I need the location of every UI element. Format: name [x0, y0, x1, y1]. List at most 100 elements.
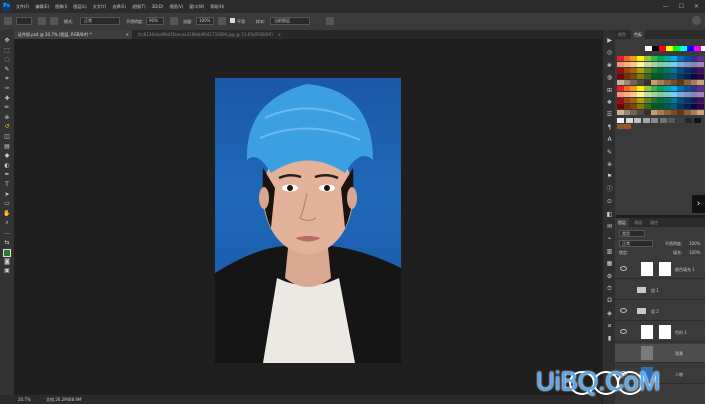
menu-item-2[interactable]: 图像(I) [55, 4, 67, 9]
layer-row[interactable]: 组 2 [615, 302, 705, 321]
clone-source-icon[interactable] [38, 17, 46, 25]
opacity-field[interactable]: 90% [146, 17, 164, 25]
color-panel-icon[interactable]: ◎ [606, 50, 613, 56]
brown-swatch[interactable] [624, 124, 631, 129]
gradient-tool-icon[interactable]: ▤ [3, 143, 11, 150]
histogram-icon[interactable]: ▮ [606, 335, 613, 342]
blur-tool-icon[interactable]: ◆ [3, 153, 11, 159]
menu-item-0[interactable]: 文件(F) [16, 4, 29, 9]
quick-mask-icon[interactable]: ◙ [3, 258, 11, 265]
layer-row[interactable]: 背景 [615, 344, 705, 363]
3d-panel-icon[interactable]: ◈ [606, 310, 613, 317]
pressure-opacity-icon[interactable] [170, 17, 178, 25]
menu-item-1[interactable]: 编辑(E) [35, 4, 49, 9]
panel-tab-layers_panel-0[interactable]: 图层 [615, 218, 629, 227]
brush-size-picker[interactable] [16, 17, 32, 25]
color-swatch[interactable] [697, 68, 705, 73]
clone-stamp-icon[interactable]: ⎈ [3, 114, 11, 121]
crop-tool-icon[interactable]: ⌗ [3, 76, 11, 82]
lasso-tool-icon[interactable]: ◌ [3, 57, 11, 63]
layer-row[interactable]: 色阶 1 [615, 323, 705, 342]
healing-brush-icon[interactable]: ✚ [3, 95, 11, 102]
color-swatch[interactable] [687, 46, 694, 51]
panel-tab-layers_panel-1[interactable]: 通道 [631, 218, 645, 227]
color-swatch[interactable] [652, 46, 659, 51]
menu-item-4[interactable]: 文字(Y) [93, 4, 107, 9]
color-swatch[interactable] [697, 80, 705, 85]
gray-swatch[interactable] [668, 118, 675, 123]
gray-swatch[interactable] [676, 118, 684, 123]
photoshop-logo[interactable]: Ps [2, 2, 11, 11]
document-tab-0[interactable]: 证件照.psd @ 20.7% (图层, RGB/8#) * × [14, 30, 132, 39]
clone-source-panel-icon[interactable]: ⎈ [606, 162, 613, 168]
hand-tool-icon[interactable]: ✋ [3, 210, 11, 217]
tab-close-icon[interactable]: × [126, 30, 129, 39]
brush-tool-icon[interactable]: ✏ [3, 105, 11, 111]
color-swatch[interactable] [701, 46, 705, 51]
dodge-tool-icon[interactable]: ◐ [3, 162, 11, 169]
visibility-eye-icon[interactable] [620, 308, 627, 313]
brown-swatch[interactable] [617, 124, 624, 129]
fill-value[interactable]: 100% [689, 250, 700, 255]
properties-icon[interactable]: ☰ [606, 112, 613, 118]
color-swatch[interactable] [697, 56, 705, 61]
color-swatch[interactable] [680, 46, 687, 51]
color-swatch[interactable] [659, 46, 666, 51]
visibility-eye-icon[interactable] [620, 266, 627, 271]
shape-tool-icon[interactable]: ▭ [3, 201, 11, 207]
glyphs-icon[interactable]: Ω [606, 298, 613, 304]
layer-comps-icon[interactable]: ◧ [606, 211, 613, 218]
tab-close-icon[interactable]: × [278, 30, 281, 39]
toggle-panel-icon[interactable] [50, 17, 58, 25]
gray-swatch[interactable] [642, 118, 650, 123]
color-swatch[interactable] [697, 110, 705, 115]
layer-row[interactable]: 组 1 [615, 281, 705, 300]
expand-panels-arrow-icon[interactable]: › [692, 195, 705, 213]
color-swatch[interactable] [697, 104, 705, 109]
layer-row[interactable]: 颜色填充 1 [615, 260, 705, 279]
layer-opacity-value[interactable]: 100% [689, 241, 700, 246]
history-brush-icon[interactable]: ↺ [3, 124, 11, 130]
color-swatch[interactable] [697, 74, 705, 79]
brush-settings-icon[interactable]: ✎ [606, 149, 613, 156]
quick-select-icon[interactable]: ✎ [3, 66, 11, 73]
panel-tab-swatches_panel-0[interactable]: 颜色 [615, 30, 629, 39]
channels-icon[interactable]: ▥ [606, 248, 613, 255]
color-swatch[interactable] [673, 46, 680, 51]
character-icon[interactable]: A [606, 137, 613, 143]
move-tool-icon[interactable]: ✥ [3, 38, 11, 44]
menu-item-10[interactable]: 帮助(H) [210, 4, 224, 9]
color-swatch[interactable] [697, 98, 705, 103]
pen-tool-icon[interactable]: ✒ [3, 172, 11, 178]
gray-swatch[interactable] [634, 118, 641, 123]
smooth-checkbox[interactable] [230, 18, 235, 23]
menu-item-3[interactable]: 图层(L) [73, 4, 86, 9]
marquee-tool-icon[interactable]: ⬚ [3, 47, 11, 54]
eraser-icon[interactable]: ◫ [3, 134, 11, 140]
mode-select[interactable]: 正常 [80, 17, 120, 25]
close-icon[interactable]: ✕ [694, 3, 699, 10]
color-swatch[interactable] [666, 46, 673, 51]
path-select-icon[interactable]: ➤ [3, 191, 11, 198]
layers-panel-icon[interactable]: ▦ [606, 261, 613, 267]
notes-icon[interactable]: ✉ [606, 224, 613, 230]
swatches-panel-icon[interactable]: ❀ [606, 62, 613, 69]
flow-field[interactable]: 100% [196, 17, 214, 25]
airbrush-icon[interactable] [218, 17, 226, 25]
type-tool-icon[interactable]: T [3, 182, 11, 188]
search-icon[interactable] [692, 16, 701, 25]
styles-icon[interactable]: ❖ [606, 100, 613, 106]
gray-swatch[interactable] [693, 118, 701, 123]
menu-item-7[interactable]: 3D(D) [152, 4, 164, 9]
more-tools-icon[interactable]: … [3, 230, 11, 236]
menu-item-9[interactable]: 窗口(W) [189, 4, 204, 9]
zoom-readout[interactable]: 20.7% [18, 397, 31, 402]
color-swap-icon[interactable]: ⇆ [3, 239, 11, 246]
visibility-eye-icon[interactable] [620, 329, 627, 334]
timeline-icon[interactable]: ⏱ [606, 286, 613, 292]
gray-swatch[interactable] [651, 118, 658, 123]
color-swatch[interactable] [694, 46, 701, 51]
paths-icon[interactable]: ⌁ [606, 236, 613, 242]
ignore-adjustment-icon[interactable] [326, 17, 334, 25]
minimize-icon[interactable]: — [663, 3, 669, 10]
